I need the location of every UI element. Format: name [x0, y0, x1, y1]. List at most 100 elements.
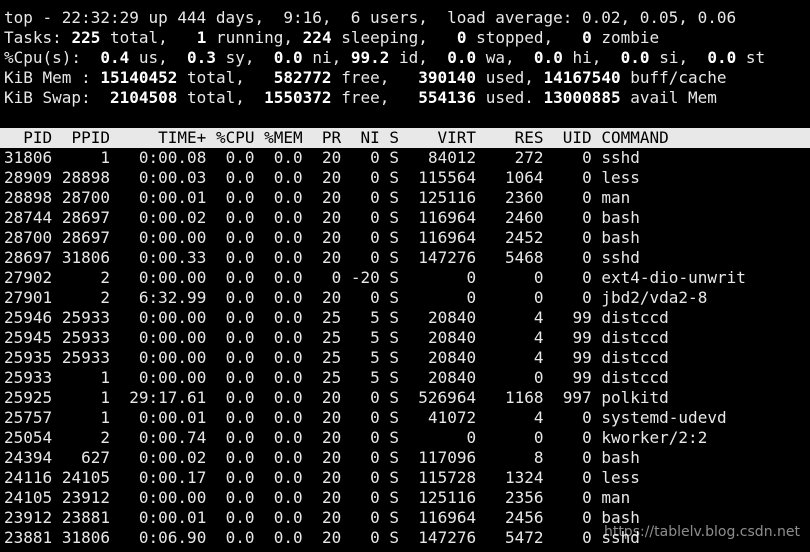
cell-mem: 0.0: [273, 288, 303, 307]
terminal[interactable]: top - 22:32:29 up 444 days, 9:16, 6 user…: [0, 8, 810, 548]
table-row[interactable]: 25757 1 0:00.01 0.0 0.0 20 0 S 41072 4 0…: [4, 408, 810, 428]
cpu-us-label: us,: [138, 48, 168, 67]
cell-time: 0:00.00: [138, 488, 207, 507]
cell-cpu: 0.0: [225, 288, 255, 307]
watermark: https://tablelv.blog.csdn.net: [603, 524, 800, 540]
table-row[interactable]: 24394 627 0:00.02 0.0 0.0 20 0 S 117096 …: [4, 448, 810, 468]
cell-ppid: 23881: [61, 508, 110, 527]
cell-pid: 25054: [4, 428, 53, 447]
table-row[interactable]: 25935 25933 0:00.00 0.0 0.0 25 5 S 20840…: [4, 348, 810, 368]
cell-s: S: [389, 408, 400, 427]
table-row[interactable]: 25945 25933 0:00.00 0.0 0.0 25 5 S 20840…: [4, 328, 810, 348]
cell-virt: 20840: [427, 328, 477, 347]
table-row[interactable]: 28909 28898 0:00.03 0.0 0.0 20 0 S 11556…: [4, 168, 810, 188]
cpu-si: 0.0: [620, 48, 650, 67]
cell-mem: 0.0: [273, 308, 303, 327]
tasks-running: 1: [196, 28, 207, 47]
column-header-virt: VIRT: [437, 128, 477, 147]
cell-virt: 20840: [427, 348, 477, 367]
cell-mem: 0.0: [273, 188, 303, 207]
cell-command: bash: [601, 448, 640, 467]
cell-time: 0:00.00: [138, 308, 207, 327]
table-row[interactable]: 24116 24105 0:00.17 0.0 0.0 20 0 S 11572…: [4, 468, 810, 488]
cell-time: 0:00.08: [138, 148, 207, 167]
table-row[interactable]: 25933 1 0:00.00 0.0 0.0 25 5 S 20840 0 9…: [4, 368, 810, 388]
cell-pid: 23912: [4, 508, 53, 527]
cell-mem: 0.0: [273, 228, 303, 247]
table-row[interactable]: 31806 1 0:00.08 0.0 0.0 20 0 S 84012 272…: [4, 148, 810, 168]
cpu-hi: 0.0: [533, 48, 563, 67]
cell-pid: 24116: [4, 468, 53, 487]
cell-cpu: 0.0: [225, 448, 255, 467]
cell-pid: 28697: [4, 248, 53, 267]
table-row[interactable]: 27902 2 0:00.00 0.0 0.0 0 -20 S 0 0 0 ex…: [4, 268, 810, 288]
cell-mem: 0.0: [273, 428, 303, 447]
table-row[interactable]: 27901 2 6:32.99 0.0 0.0 20 0 S 0 0 0 jbd…: [4, 288, 810, 308]
column-header-pr: PR: [321, 128, 342, 147]
cell-pid: 24105: [4, 488, 53, 507]
process-table-header: PID PPID TIME+ %CPU %MEM PR NI S VIRT RE…: [0, 128, 810, 148]
cell-uid: 0: [582, 288, 592, 307]
mem-total: 15140452: [100, 68, 178, 87]
cell-ppid: 28697: [61, 208, 110, 227]
table-row[interactable]: 28898 28700 0:00.01 0.0 0.0 20 0 S 12511…: [4, 188, 810, 208]
table-row[interactable]: 28744 28697 0:00.02 0.0 0.0 20 0 S 11696…: [4, 208, 810, 228]
swap-free: 1550372: [264, 88, 332, 107]
cell-uid: 0: [582, 248, 592, 267]
cell-virt: 115564: [418, 168, 477, 187]
cell-ni: 0: [370, 148, 380, 167]
column-header-time: TIME+: [158, 128, 207, 147]
table-row[interactable]: 28700 28697 0:00.00 0.0 0.0 20 0 S 11696…: [4, 228, 810, 248]
cell-s: S: [389, 528, 400, 547]
cell-res: 1168: [504, 388, 544, 407]
cell-pr: 0: [331, 268, 342, 287]
swap-used-label: used.: [485, 88, 534, 107]
cell-s: S: [389, 388, 400, 407]
cell-command: man: [601, 188, 631, 207]
cell-res: 0: [533, 288, 544, 307]
cell-cpu: 0.0: [225, 408, 255, 427]
cell-ppid: 23912: [61, 488, 110, 507]
cell-time: 6:32.99: [138, 288, 207, 307]
cell-cpu: 0.0: [225, 388, 255, 407]
cell-virt: 116964: [418, 208, 477, 227]
cell-uid: 0: [582, 188, 592, 207]
cpu-si-label: si,: [659, 48, 689, 67]
cell-s: S: [389, 188, 400, 207]
swap-avail-label: avail Mem: [630, 88, 717, 107]
cell-virt: 147276: [418, 528, 477, 547]
cell-cpu: 0.0: [225, 168, 255, 187]
cell-s: S: [389, 228, 400, 247]
cell-command: ext4-dio-unwrit: [601, 268, 746, 287]
table-row[interactable]: 28697 31806 0:00.33 0.0 0.0 20 0 S 14727…: [4, 248, 810, 268]
cell-pr: 20: [321, 228, 342, 247]
mem-free: 582772: [273, 68, 332, 87]
table-row[interactable]: 25925 1 29:17.61 0.0 0.0 20 0 S 526964 1…: [4, 388, 810, 408]
mem-label: KiB Mem :: [4, 68, 91, 87]
cell-mem: 0.0: [273, 508, 303, 527]
table-row[interactable]: 24105 23912 0:00.00 0.0 0.0 20 0 S 12511…: [4, 488, 810, 508]
cpu-line: %Cpu(s): 0.4 us, 0.3 sy, 0.0 ni, 99.2 id…: [4, 48, 810, 68]
cell-res: 4: [533, 348, 544, 367]
cell-uid: 99: [572, 368, 592, 387]
cell-s: S: [389, 508, 400, 527]
column-header-cpu: %CPU: [215, 128, 255, 147]
table-row[interactable]: 25946 25933 0:00.00 0.0 0.0 25 5 S 20840…: [4, 308, 810, 328]
cell-res: 1064: [505, 168, 544, 187]
cell-pr: 20: [321, 168, 342, 187]
cell-s: S: [389, 268, 400, 287]
cell-pid: 28700: [4, 228, 53, 247]
cell-uid: 99: [572, 328, 592, 347]
cell-ni: -20: [350, 268, 380, 287]
cell-ni: 5: [370, 368, 380, 387]
cell-time: 0:00.02: [138, 208, 207, 227]
tasks-total: 225: [71, 28, 101, 47]
cell-ni: 0: [370, 188, 380, 207]
process-table-body[interactable]: 31806 1 0:00.08 0.0 0.0 20 0 S 84012 272…: [4, 148, 810, 548]
cell-pr: 20: [321, 448, 342, 467]
cell-virt: 0: [466, 288, 477, 307]
column-header-uid: UID: [562, 128, 592, 147]
table-row[interactable]: 25054 2 0:00.74 0.0 0.0 20 0 S 0 0 0 kwo…: [4, 428, 810, 448]
cell-uid: 0: [582, 528, 592, 547]
cell-s: S: [389, 288, 400, 307]
